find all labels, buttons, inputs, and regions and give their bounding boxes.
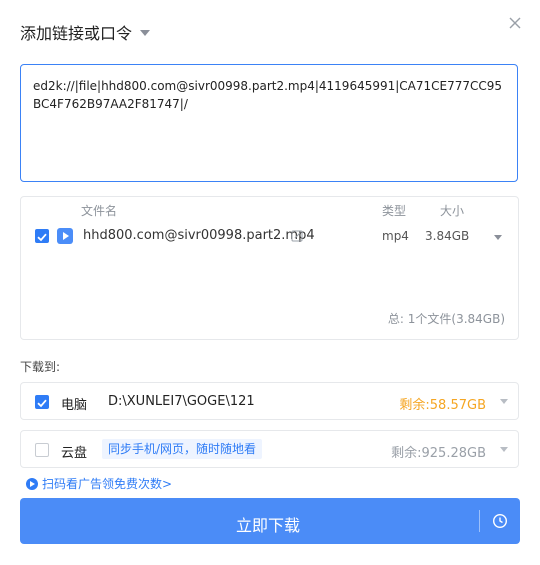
- cloud-checkbox[interactable]: [35, 443, 49, 457]
- file-row: hhd800.com@sivr00998.part2.mp4 mp4 3.84G…: [21, 227, 518, 251]
- file-size: 3.84GB: [425, 229, 470, 243]
- column-header-type: 类型: [382, 204, 407, 218]
- dialog-title: 添加链接或口令: [20, 24, 133, 43]
- dialog-title-dropdown[interactable]: 添加链接或口令: [20, 20, 151, 44]
- pc-free-space: 剩余:58.57GB: [399, 398, 486, 413]
- pc-path[interactable]: D:\XUNLEI7\GOGE\121: [108, 394, 255, 409]
- video-file-icon: [57, 228, 73, 244]
- file-checkbox[interactable]: [35, 229, 49, 243]
- ad-link-text: 扫码看广告领免费次数>: [42, 477, 173, 491]
- destination-cloud[interactable]: 云盘 同步手机/网页，随时随地看 剩余:925.28GB: [20, 430, 519, 468]
- download-to-label: 下载到:: [20, 360, 61, 374]
- cloud-label: 云盘: [61, 446, 88, 461]
- total-summary: 总: 1个文件(3.84GB): [387, 312, 505, 326]
- edit-icon[interactable]: [291, 230, 303, 242]
- file-row-dropdown-icon[interactable]: [494, 235, 502, 240]
- pc-label: 电脑: [61, 398, 88, 413]
- check-icon: [37, 399, 47, 408]
- close-icon[interactable]: [506, 14, 524, 32]
- destination-pc[interactable]: 电脑 D:\XUNLEI7\GOGE\121 剩余:58.57GB: [20, 382, 519, 420]
- pc-dropdown-icon[interactable]: [500, 399, 508, 404]
- file-name: hhd800.com@sivr00998.part2.mp4: [83, 228, 315, 243]
- download-now-button[interactable]: 立即下载: [20, 498, 520, 544]
- column-header-size: 大小: [440, 204, 465, 218]
- cloud-promo-tag: 同步手机/网页，随时随地看: [102, 439, 263, 459]
- add-link-dialog: 添加链接或口令 ed2k://|file|hhd800.com@sivr0099…: [0, 0, 540, 565]
- cloud-dropdown-icon[interactable]: [500, 447, 508, 452]
- link-input[interactable]: ed2k://|file|hhd800.com@sivr00998.part2.…: [20, 64, 518, 182]
- chevron-down-icon: [140, 30, 151, 36]
- cloud-free-space: 剩余:925.28GB: [391, 446, 486, 461]
- pc-checkbox[interactable]: [35, 395, 49, 409]
- ad-link[interactable]: 扫码看广告领免费次数>: [26, 475, 172, 492]
- button-divider: [479, 510, 480, 532]
- file-type: mp4: [382, 229, 409, 243]
- play-circle-icon: [26, 477, 38, 490]
- schedule-clock-icon[interactable]: [492, 513, 508, 529]
- download-now-label: 立即下载: [235, 516, 300, 535]
- column-header-name: 文件名: [81, 204, 118, 218]
- link-input-text: ed2k://|file|hhd800.com@sivr00998.part2.…: [33, 79, 503, 111]
- check-icon: [37, 233, 47, 242]
- file-list: 文件名 类型 大小 hhd800.com@sivr00998.part2.mp4…: [20, 196, 519, 340]
